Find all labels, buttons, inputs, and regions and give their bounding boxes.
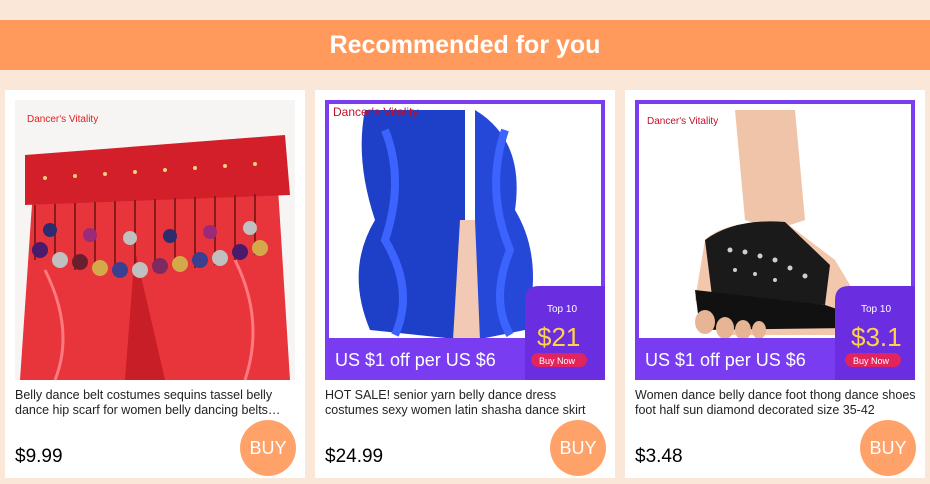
buy-button[interactable]: BUY bbox=[550, 420, 606, 476]
product-title[interactable]: Belly dance belt costumes sequins tassel… bbox=[15, 388, 297, 418]
buy-button[interactable]: BUY bbox=[240, 420, 296, 476]
badge-cta: Buy Now bbox=[539, 356, 576, 366]
brand-watermark: Dancer's Vitality bbox=[27, 114, 98, 125]
recommended-banner: Recommended for you bbox=[0, 20, 930, 70]
badge-cta: Buy Now bbox=[853, 356, 890, 366]
product-image[interactable]: Dancer's Vitality bbox=[15, 100, 295, 380]
product-price: $9.99 bbox=[15, 446, 63, 467]
brand-watermark: Dancer's Vitality bbox=[647, 116, 718, 127]
banner-title: Recommended for you bbox=[329, 30, 601, 59]
badge-top: Top 10 bbox=[547, 304, 577, 315]
product-card[interactable]: Dancer's Vitality Belly dance belt costu… bbox=[5, 90, 305, 478]
product-card[interactable]: Dancer's Vitality US $1 off per US $6 To… bbox=[625, 90, 925, 478]
product-image[interactable]: Dancer's Vitality US $1 off per US $6 To… bbox=[635, 100, 915, 380]
product-title[interactable]: HOT SALE! senior yarn belly dance dress … bbox=[325, 388, 607, 418]
belly-dance-belt-image: Dancer's Vitality bbox=[15, 100, 295, 380]
badge-price: $3.1 bbox=[851, 322, 902, 352]
badge-top: Top 10 bbox=[861, 304, 891, 315]
product-image[interactable]: Dancer's Vitality US $1 off per US $6 To… bbox=[325, 100, 605, 380]
promo-text: US $1 off per US $6 bbox=[335, 350, 496, 370]
product-title[interactable]: Women dance belly dance foot thong dance… bbox=[635, 388, 917, 418]
buy-button[interactable]: BUY bbox=[860, 420, 916, 476]
product-card[interactable]: Dancer's Vitality US $1 off per US $6 To… bbox=[315, 90, 615, 478]
brand-watermark: Dancer's Vitality bbox=[333, 105, 418, 119]
belly-dance-skirt-image: Dancer's Vitality US $1 off per US $6 To… bbox=[325, 100, 605, 380]
promo-text: US $1 off per US $6 bbox=[645, 350, 806, 370]
product-price: $3.48 bbox=[635, 446, 683, 467]
product-price: $24.99 bbox=[325, 446, 384, 467]
dance-foot-thong-image: Dancer's Vitality US $1 off per US $6 To… bbox=[635, 100, 915, 380]
badge-price: $21 bbox=[537, 322, 580, 352]
